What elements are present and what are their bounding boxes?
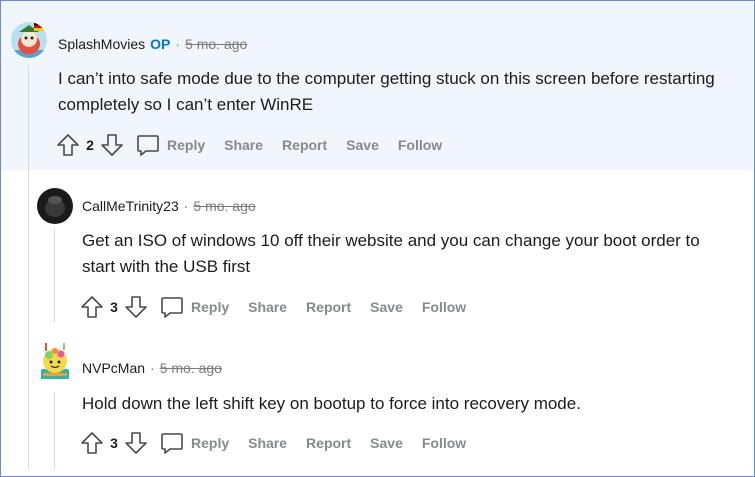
reply-button[interactable]: Reply <box>159 430 229 456</box>
downvote-icon[interactable] <box>123 294 149 320</box>
author-name[interactable]: CallMeTrinity23 <box>82 198 179 214</box>
comment-body: Hold down the left shift key on bootup t… <box>82 394 581 413</box>
upvote-icon[interactable] <box>79 294 105 320</box>
save-button[interactable]: Save <box>370 435 403 451</box>
timestamp[interactable]: 5 mo. ago <box>193 198 255 214</box>
timestamp[interactable]: 5 mo. ago <box>160 360 222 376</box>
avatar[interactable] <box>37 188 73 224</box>
author-name[interactable]: NVPcMan <box>82 360 145 376</box>
downvote-icon[interactable] <box>99 132 125 158</box>
vote-count: 2 <box>86 137 94 153</box>
reply-button[interactable]: Reply <box>135 132 205 158</box>
avatar-image <box>37 188 73 224</box>
upvote-icon[interactable] <box>55 132 81 158</box>
reply-label: Reply <box>191 299 230 315</box>
follow-button[interactable]: Follow <box>422 435 466 451</box>
comment-actions: 3 Reply Share Report Save Follow <box>79 293 485 321</box>
timestamp[interactable]: 5 mo. ago <box>185 36 247 52</box>
comment-actions: 3 Reply Share Report Save Follow <box>79 429 485 457</box>
comment-bubble-icon <box>159 294 185 320</box>
separator-dot: · <box>150 360 155 376</box>
save-button[interactable]: Save <box>370 299 403 315</box>
separator-dot: · <box>183 198 189 214</box>
thread-line[interactable] <box>28 65 29 470</box>
follow-button[interactable]: Follow <box>422 299 466 315</box>
comment-bubble-icon <box>135 132 161 158</box>
downvote-icon[interactable] <box>123 430 149 456</box>
share-button[interactable]: Share <box>248 299 287 315</box>
avatar[interactable] <box>37 343 73 379</box>
report-button[interactable]: Report <box>282 137 327 153</box>
vote-count: 3 <box>110 435 118 451</box>
save-button[interactable]: Save <box>346 137 379 153</box>
comment-meta: CallMeTrinity23 · 5 mo. ago <box>82 198 256 214</box>
thread-line[interactable] <box>54 392 55 470</box>
upvote-icon[interactable] <box>79 430 105 456</box>
report-button[interactable]: Report <box>306 299 351 315</box>
comment-actions: 2 Reply Share Report Save Follow <box>55 131 461 159</box>
reply-label: Reply <box>191 435 230 451</box>
op-badge: OP <box>150 36 171 52</box>
report-button[interactable]: Report <box>306 435 351 451</box>
avatar-image <box>41 343 69 379</box>
avatar[interactable] <box>11 22 47 58</box>
comment-body: I can’t into safe mode due to the comput… <box>58 69 715 114</box>
vote-count: 3 <box>110 299 118 315</box>
share-button[interactable]: Share <box>248 435 287 451</box>
reply-button[interactable]: Reply <box>159 294 229 320</box>
author-name[interactable]: SplashMovies <box>58 36 145 52</box>
comment-body: Get an ISO of windows 10 off their websi… <box>82 231 700 276</box>
follow-button[interactable]: Follow <box>398 137 442 153</box>
separator-dot: · <box>175 36 181 52</box>
thread-line[interactable] <box>54 228 55 323</box>
comment-meta: SplashMovies OP · 5 mo. ago <box>58 36 247 52</box>
avatar-image <box>11 22 47 58</box>
share-button[interactable]: Share <box>224 137 263 153</box>
comment-meta: NVPcMan · 5 mo. ago <box>82 360 222 376</box>
comment-bubble-icon <box>159 430 185 456</box>
reply-label: Reply <box>167 137 206 153</box>
